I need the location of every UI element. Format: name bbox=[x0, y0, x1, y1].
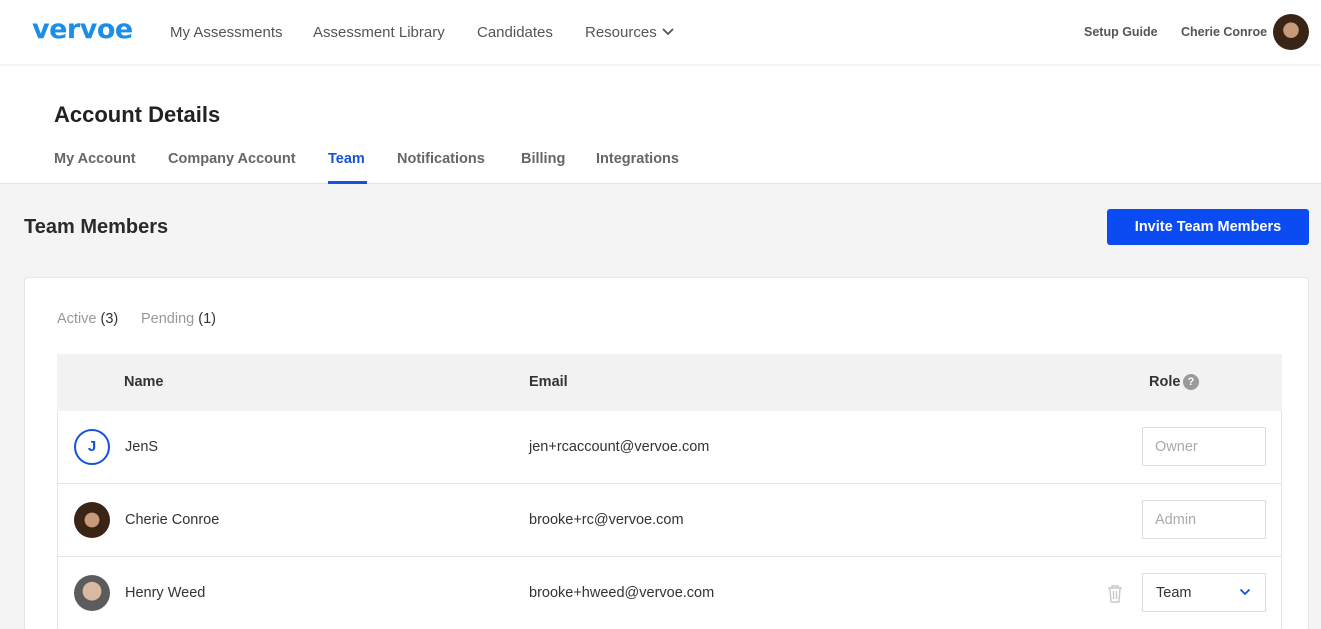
filter-active-label: Active bbox=[57, 311, 97, 327]
help-icon[interactable]: ? bbox=[1183, 374, 1199, 390]
role-field: Owner bbox=[1142, 427, 1266, 466]
member-email: brooke+hweed@vervoe.com bbox=[529, 585, 715, 601]
member-name: Henry Weed bbox=[125, 585, 206, 601]
column-name: Name bbox=[124, 374, 164, 390]
trash-icon[interactable] bbox=[1106, 584, 1124, 604]
team-table: Name Email Role ? J JenS jen+rcaccount@v… bbox=[57, 354, 1282, 629]
filter-active[interactable]: Active (3) bbox=[57, 311, 118, 327]
table-row: Henry Weed brooke+hweed@vervoe.com Team bbox=[57, 557, 1282, 629]
filter-pending-count: (1) bbox=[198, 311, 216, 327]
tab-billing[interactable]: Billing bbox=[521, 151, 565, 167]
chevron-down-icon[interactable] bbox=[661, 27, 675, 37]
role-select[interactable]: Team bbox=[1142, 573, 1266, 612]
tab-my-account[interactable]: My Account bbox=[54, 151, 136, 167]
column-email: Email bbox=[529, 374, 568, 390]
user-name[interactable]: Cherie Conroe bbox=[1181, 25, 1267, 39]
nav-candidates[interactable]: Candidates bbox=[477, 24, 553, 41]
member-email: jen+rcaccount@vervoe.com bbox=[529, 439, 710, 455]
vervoe-logo[interactable]: vervoe bbox=[32, 14, 133, 45]
page-title: Account Details bbox=[54, 102, 221, 127]
avatar bbox=[74, 502, 110, 538]
section-title: Team Members bbox=[24, 216, 169, 238]
column-role: Role bbox=[1149, 374, 1181, 390]
filter-active-count: (3) bbox=[100, 311, 119, 327]
table-row: J JenS jen+rcaccount@vervoe.com Owner bbox=[57, 411, 1282, 484]
account-header: Account Details My Account Company Accou… bbox=[0, 64, 1321, 184]
member-name: JenS bbox=[125, 439, 159, 455]
member-name: Cherie Conroe bbox=[125, 512, 220, 528]
filter-pending[interactable]: Pending (1) bbox=[141, 311, 216, 327]
setup-guide-link[interactable]: Setup Guide bbox=[1084, 25, 1158, 39]
avatar: J bbox=[74, 429, 110, 465]
top-navbar: vervoe My Assessments Assessment Library… bbox=[0, 0, 1321, 64]
role-select-value: Team bbox=[1156, 585, 1192, 601]
table-row: Cherie Conroe brooke+rc@vervoe.com Admin bbox=[57, 484, 1282, 557]
invite-team-members-button[interactable]: Invite Team Members bbox=[1107, 209, 1309, 245]
avatar bbox=[74, 575, 110, 611]
tab-notifications[interactable]: Notifications bbox=[397, 151, 485, 167]
tab-team[interactable]: Team bbox=[328, 151, 365, 167]
nav-resources[interactable]: Resources bbox=[585, 24, 657, 41]
tab-company-account[interactable]: Company Account bbox=[168, 151, 296, 167]
member-email: brooke+rc@vervoe.com bbox=[529, 512, 684, 528]
user-avatar[interactable] bbox=[1273, 14, 1309, 50]
tab-integrations[interactable]: Integrations bbox=[596, 151, 679, 167]
role-field: Admin bbox=[1142, 500, 1266, 539]
filter-pending-label: Pending bbox=[141, 311, 195, 327]
nav-assessment-library[interactable]: Assessment Library bbox=[313, 24, 445, 41]
nav-my-assessments[interactable]: My Assessments bbox=[170, 24, 283, 41]
chevron-down-icon bbox=[1239, 588, 1251, 596]
active-tab-indicator bbox=[328, 181, 367, 184]
table-header: Name Email Role ? bbox=[57, 354, 1282, 411]
